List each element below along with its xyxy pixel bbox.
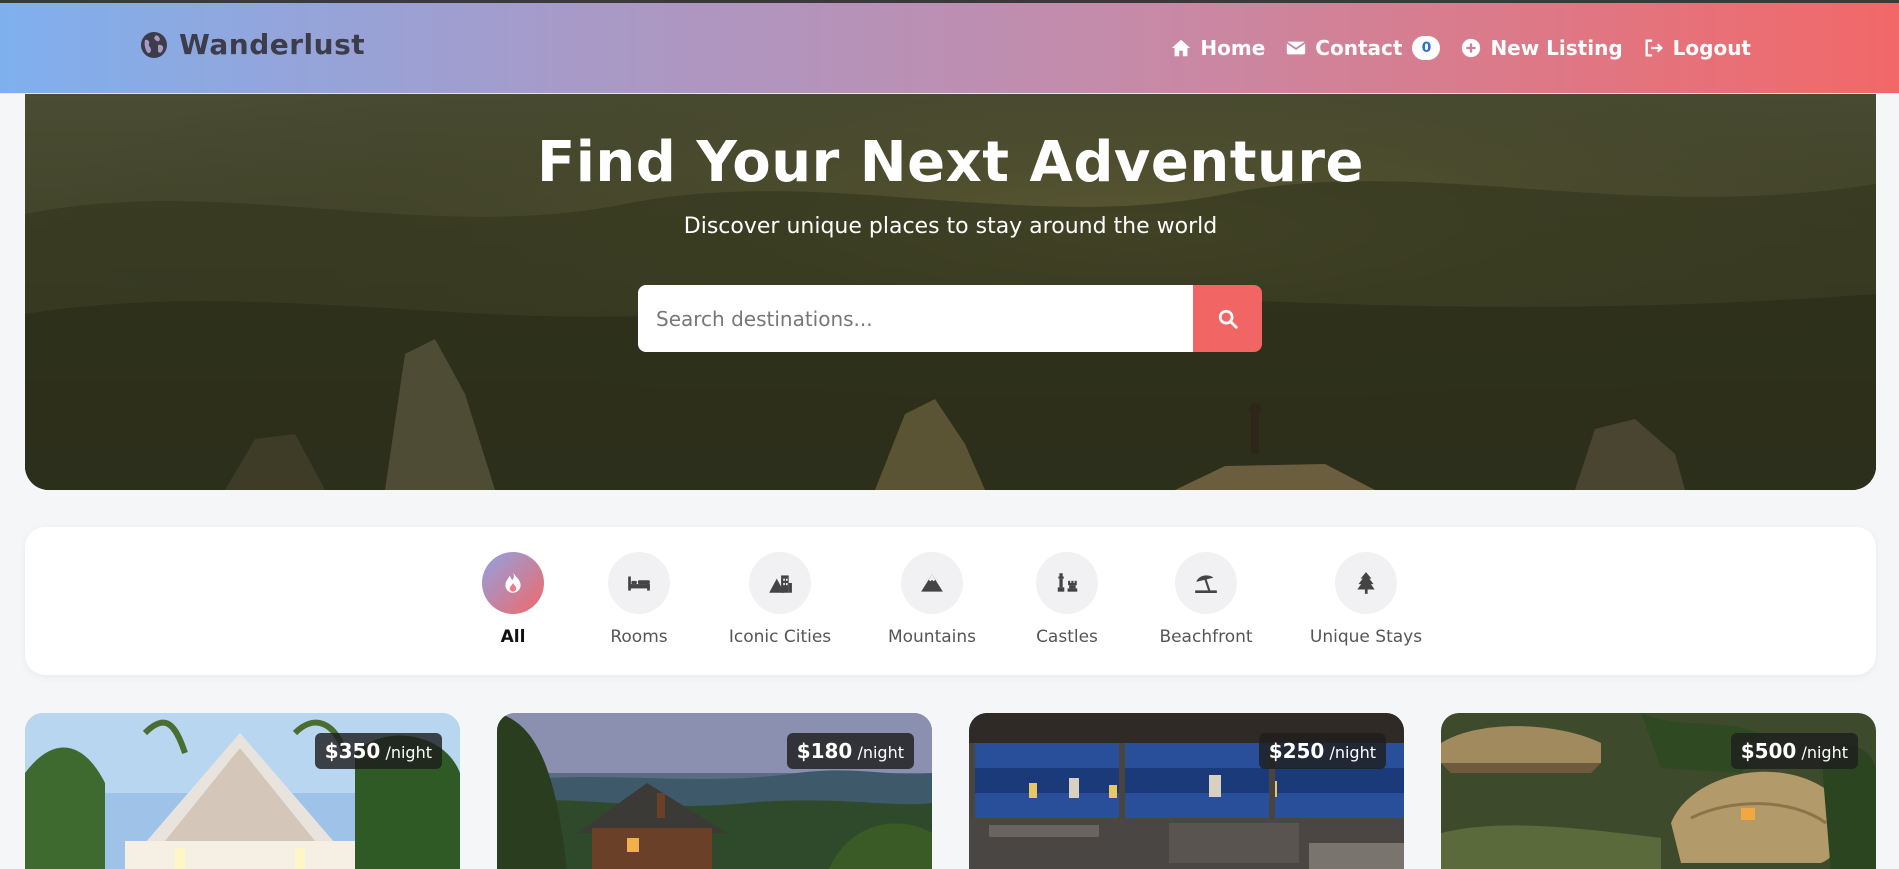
listing-card[interactable]: $250 /night — [969, 713, 1404, 869]
category-mountains[interactable]: Mountains — [862, 552, 1002, 647]
price-unit: /night — [385, 743, 432, 762]
hero-banner: Find Your Next Adventure Discover unique… — [25, 94, 1876, 490]
contact-count-badge: 0 — [1412, 36, 1441, 60]
category-label: Iconic Cities — [728, 627, 832, 647]
nav-new-listing-label: New Listing — [1490, 36, 1623, 60]
price-amount: $250 — [1268, 739, 1325, 763]
hero-title: Find Your Next Adventure — [536, 130, 1364, 195]
nav-logout-link[interactable]: Logout — [1643, 36, 1751, 60]
category-beachfront[interactable]: Beachfront — [1136, 552, 1276, 647]
category-iconic-cities[interactable]: Iconic Cities — [710, 552, 850, 647]
search-input[interactable] — [638, 285, 1193, 352]
listing-card[interactable]: $350 /night — [25, 713, 460, 869]
category-filter-bar: All Rooms Iconic Cities Mountains Castle… — [25, 527, 1876, 675]
globe-icon — [141, 31, 167, 58]
category-all[interactable]: All — [443, 552, 583, 647]
listing-card[interactable]: $180 /night — [497, 713, 932, 869]
category-castles[interactable]: Castles — [997, 552, 1137, 647]
envelope-icon — [1286, 41, 1306, 55]
category-label: Rooms — [610, 627, 668, 647]
category-label: Mountains — [887, 627, 977, 647]
search-bar — [638, 285, 1262, 352]
plus-circle-icon — [1462, 38, 1481, 58]
nav-contact-link[interactable]: Contact 0 — [1285, 36, 1441, 60]
logout-icon — [1645, 39, 1663, 57]
city-icon — [769, 575, 792, 593]
nav-new-listing-link[interactable]: New Listing — [1460, 36, 1623, 60]
price-unit: /night — [1329, 743, 1376, 762]
brand-name: Wanderlust — [179, 28, 366, 61]
category-rooms[interactable]: Rooms — [569, 552, 709, 647]
brand-logo[interactable]: Wanderlust — [139, 28, 365, 61]
price-amount: $500 — [1740, 739, 1797, 763]
nav-home-link[interactable]: Home — [1170, 36, 1265, 60]
category-unique-stays[interactable]: Unique Stays — [1296, 552, 1436, 647]
hero-subtitle: Discover unique places to stay around th… — [683, 214, 1218, 239]
chess-castle-icon — [1057, 573, 1078, 592]
price-unit: /night — [1801, 743, 1848, 762]
home-icon — [1172, 39, 1191, 57]
mountain-icon — [921, 574, 943, 592]
price-unit: /night — [857, 743, 904, 762]
bed-icon — [628, 576, 650, 591]
search-icon — [1218, 309, 1238, 329]
search-button[interactable] — [1193, 285, 1262, 352]
category-label: All — [500, 627, 526, 647]
price-tag: $500 /night — [1730, 733, 1858, 769]
price-amount: $350 — [324, 739, 381, 763]
price-tag: $180 /night — [786, 733, 914, 769]
category-label: Unique Stays — [1309, 627, 1423, 647]
price-tag: $250 /night — [1258, 733, 1386, 769]
listing-card[interactable]: $500 /night — [1441, 713, 1876, 869]
nav-logout-label: Logout — [1672, 36, 1751, 60]
nav-home-label: Home — [1200, 36, 1266, 60]
fire-icon — [505, 572, 521, 593]
tree-icon — [1357, 572, 1375, 594]
nav-contact-label: Contact — [1315, 36, 1403, 60]
category-label: Beachfront — [1159, 627, 1253, 647]
price-tag: $350 /night — [314, 733, 442, 769]
main-nav: Home Contact 0 New Listing Logout — [1170, 36, 1751, 60]
price-amount: $180 — [796, 739, 853, 763]
umbrella-beach-icon — [1195, 575, 1217, 594]
navbar: Wanderlust Home Contact 0 New Listing Lo… — [0, 3, 1899, 94]
category-label: Castles — [1036, 627, 1098, 647]
